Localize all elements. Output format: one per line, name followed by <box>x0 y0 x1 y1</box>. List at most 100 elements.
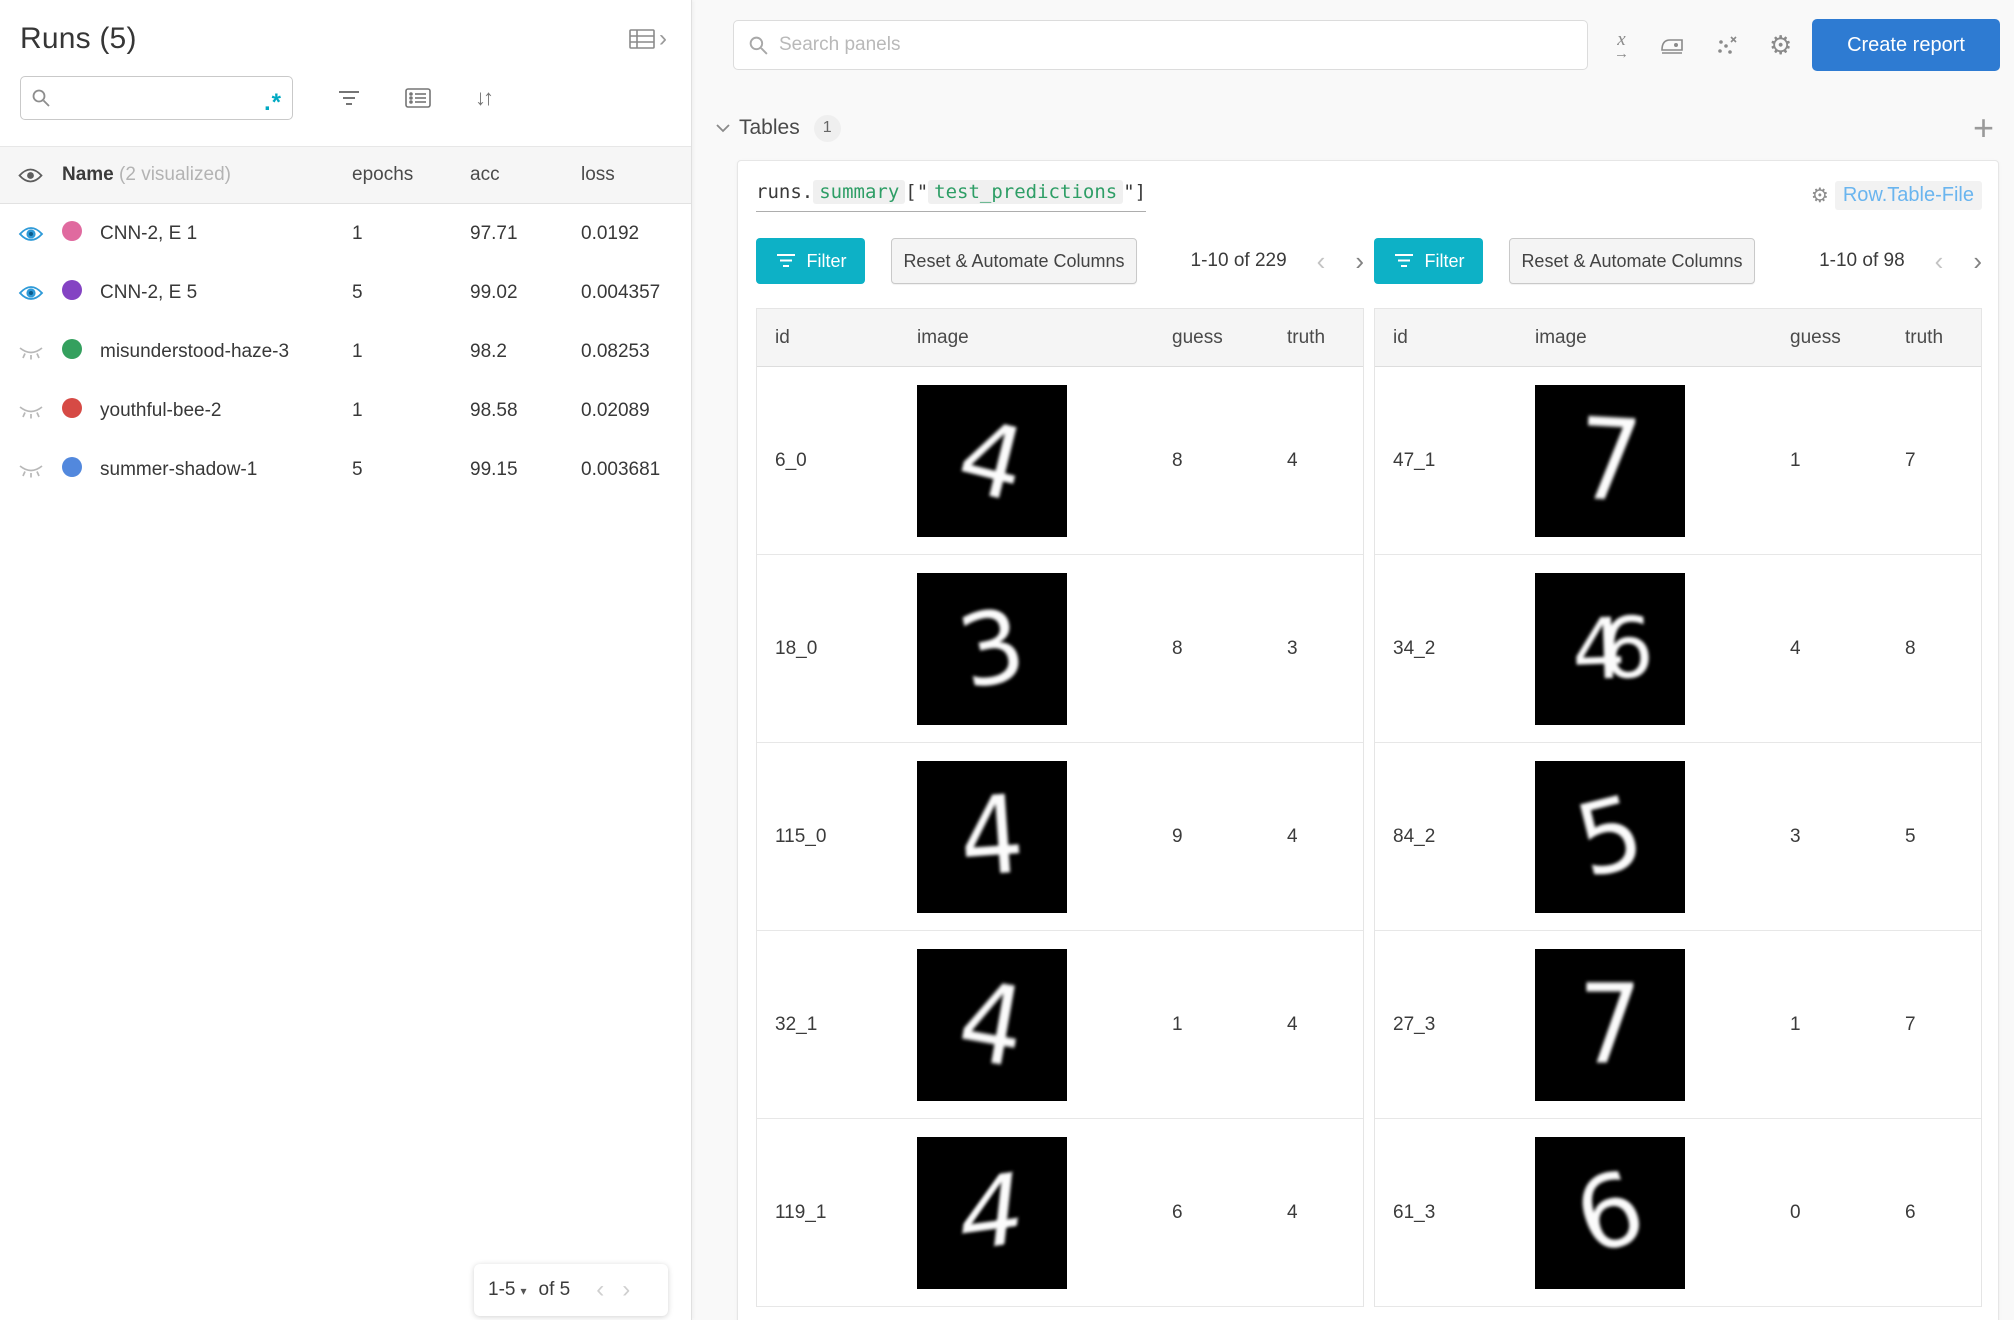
panel-config-gear-icon[interactable]: ⚙ <box>1811 183 1829 208</box>
truth-column-header[interactable]: truth <box>1905 327 1981 349</box>
image-column-header[interactable]: image <box>917 327 1172 349</box>
run-row[interactable]: CNN-2, E 1 1 97.71 0.0192 <box>0 204 691 263</box>
run-row[interactable]: summer-shadow-1 5 99.15 0.003681 <box>0 440 691 499</box>
table-next-page-button[interactable]: › <box>1973 248 1982 274</box>
cell-guess: 0 <box>1790 1202 1905 1224</box>
table-prev-page-button[interactable]: ‹ <box>1317 248 1326 274</box>
key-chip[interactable]: test_predictions <box>928 180 1123 204</box>
chevron-down-icon <box>715 123 731 133</box>
digit-glyph: 4 <box>951 965 1033 1084</box>
id-column-header[interactable]: id <box>1393 327 1535 349</box>
runs-columns-button[interactable] <box>405 88 431 108</box>
runs-filter-button[interactable] <box>337 89 361 107</box>
summary-chip[interactable]: summary <box>813 180 905 204</box>
cell-truth: 4 <box>1287 826 1363 848</box>
panel-settings-icon[interactable] <box>1659 34 1685 56</box>
cell-guess: 8 <box>1172 638 1287 660</box>
mnist-digit-image[interactable]: 46 <box>1535 573 1685 725</box>
cell-truth: 4 <box>1287 1202 1363 1224</box>
table-row: 61_3 6 0 6 <box>1375 1119 1981 1307</box>
run-name[interactable]: CNN-2, E 5 <box>100 282 352 304</box>
table-pagination-text: 1-10 of 229 <box>1191 250 1287 272</box>
visibility-header-icon[interactable] <box>18 167 62 184</box>
runs-page-range-dropdown[interactable]: 1-5 <box>488 1279 515 1301</box>
digit-glyph: 3 <box>950 593 1033 704</box>
truth-column-header[interactable]: truth <box>1287 327 1363 349</box>
digit-glyph: 4 <box>956 780 1027 892</box>
cell-guess: 3 <box>1790 826 1905 848</box>
mnist-digit-image[interactable]: 7 <box>1535 385 1685 537</box>
digit-glyph: 4 <box>954 1159 1030 1267</box>
mnist-digit-image[interactable]: 4 <box>917 385 1067 537</box>
table-row: 119_1 4 6 4 <box>757 1119 1363 1307</box>
run-name[interactable]: CNN-2, E 1 <box>100 223 352 245</box>
bracket-close: "] <box>1123 181 1146 203</box>
cell-id: 27_3 <box>1393 1014 1535 1036</box>
eye-open-icon[interactable] <box>18 284 62 302</box>
runs-panel-title: Runs (5) <box>20 22 137 56</box>
cell-id: 32_1 <box>775 1014 917 1036</box>
mnist-digit-image[interactable]: 4 <box>917 949 1067 1101</box>
run-name[interactable]: misunderstood-haze-3 <box>100 341 352 363</box>
reset-automate-columns-button[interactable]: Reset & Automate Columns <box>891 238 1137 284</box>
eye-closed-icon[interactable] <box>18 344 62 360</box>
panel-settings-glyph <box>1659 34 1685 56</box>
regex-toggle-icon[interactable]: .* <box>264 88 282 108</box>
mnist-digit-image[interactable]: 5 <box>1535 761 1685 913</box>
eye-closed-icon[interactable] <box>18 403 62 419</box>
x-axis-settings-icon[interactable]: x → <box>1614 30 1629 61</box>
table-filter-button[interactable]: Filter <box>1374 238 1483 284</box>
digit-glyph: 7 <box>1578 970 1642 1080</box>
eye-closed-icon[interactable] <box>18 462 62 478</box>
run-acc: 98.2 <box>470 341 581 363</box>
mnist-digit-image[interactable]: 4 <box>917 1137 1067 1289</box>
digit-glyph: 4 <box>949 404 1035 516</box>
guess-column-header[interactable]: guess <box>1172 327 1287 349</box>
id-column-header[interactable]: id <box>775 327 917 349</box>
mnist-digit-image[interactable]: 3 <box>917 573 1067 725</box>
expand-table-button[interactable]: › <box>629 25 667 53</box>
run-name[interactable]: summer-shadow-1 <box>100 459 352 481</box>
tables-section-collapse-chevron[interactable] <box>715 123 731 133</box>
run-row[interactable]: CNN-2, E 5 5 99.02 0.004357 <box>0 263 691 322</box>
run-row[interactable]: youthful-bee-2 1 98.58 0.02089 <box>0 381 691 440</box>
settings-gear-icon[interactable]: ⚙ <box>1769 32 1792 58</box>
run-name[interactable]: youthful-bee-2 <box>100 400 352 422</box>
digit-glyph: 46 <box>1570 605 1649 692</box>
outlier-scatter-icon[interactable] <box>1715 34 1739 56</box>
add-panel-button[interactable]: + <box>1973 117 1994 139</box>
panel-query-expression[interactable]: runs.summary["test_predictions"] <box>756 181 1146 212</box>
epochs-column-header[interactable]: epochs <box>352 164 470 186</box>
table-row: 47_1 7 1 7 <box>1375 367 1981 555</box>
runs-sort-button[interactable]: ↓↑ <box>475 85 491 111</box>
create-report-button[interactable]: Create report <box>1812 19 2000 71</box>
image-column-header[interactable]: image <box>1535 327 1790 349</box>
runs-search-input[interactable] <box>51 88 264 109</box>
guess-column-header[interactable]: guess <box>1790 327 1905 349</box>
runs-prev-page-button[interactable]: ‹ <box>596 1278 604 1302</box>
cell-guess: 4 <box>1790 638 1905 660</box>
table-row: 32_1 4 1 4 <box>757 931 1363 1119</box>
table-row: 84_2 5 3 5 <box>1375 743 1981 931</box>
cell-id: 115_0 <box>775 826 917 848</box>
cell-id: 119_1 <box>775 1202 917 1224</box>
wandb-workspace: Runs (5) › .* <box>0 0 2014 1320</box>
eye-open-icon[interactable] <box>18 225 62 243</box>
panel-type-link[interactable]: Row.Table-File <box>1835 181 1982 210</box>
mnist-digit-image[interactable]: 7 <box>1535 949 1685 1101</box>
mnist-digit-image[interactable]: 4 <box>917 761 1067 913</box>
runs-next-page-button[interactable]: › <box>622 1278 630 1302</box>
tables-section-title[interactable]: Tables <box>739 116 800 140</box>
panel-search-input[interactable] <box>779 34 1573 56</box>
table-next-page-button[interactable]: › <box>1355 248 1364 274</box>
acc-column-header[interactable]: acc <box>470 164 581 186</box>
mnist-digit-image[interactable]: 6 <box>1535 1137 1685 1289</box>
reset-automate-columns-button[interactable]: Reset & Automate Columns <box>1509 238 1755 284</box>
table-row: 18_0 3 8 3 <box>757 555 1363 743</box>
table-row: 34_2 46 4 8 <box>1375 555 1981 743</box>
scatter-glyph <box>1715 34 1739 56</box>
table-prev-page-button[interactable]: ‹ <box>1935 248 1944 274</box>
name-column-header[interactable]: Name (2 visualized) <box>62 164 352 186</box>
run-row[interactable]: misunderstood-haze-3 1 98.2 0.08253 <box>0 322 691 381</box>
table-filter-button[interactable]: Filter <box>756 238 865 284</box>
